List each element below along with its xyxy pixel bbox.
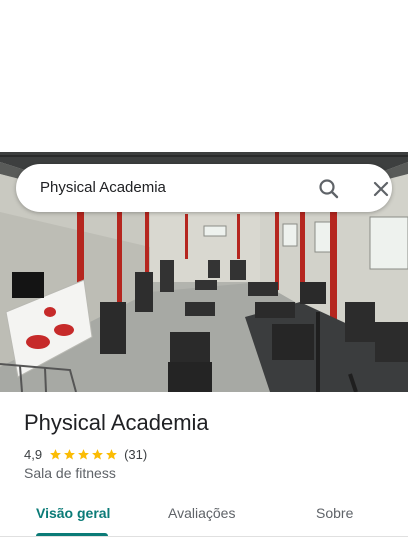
star-icon	[64, 448, 75, 459]
place-category[interactable]: Sala de fitness	[24, 465, 116, 481]
star-icon	[106, 448, 117, 459]
review-count[interactable]: (31)	[124, 447, 147, 462]
tab-reviews[interactable]: Avaliações	[168, 505, 235, 521]
star-icon	[92, 448, 103, 459]
rating-stars	[49, 448, 119, 461]
search-icon[interactable]	[316, 176, 342, 202]
search-bar[interactable]: Physical Academia	[16, 164, 392, 212]
star-icon	[78, 448, 89, 459]
tab-about[interactable]: Sobre	[316, 505, 353, 521]
star-icon	[50, 448, 61, 459]
rating-value: 4,9	[24, 446, 43, 462]
map-area	[0, 0, 408, 152]
tabs-divider	[0, 536, 408, 537]
tab-overview[interactable]: Visão geral	[36, 505, 110, 521]
close-icon[interactable]	[368, 176, 394, 202]
search-input[interactable]: Physical Academia	[40, 179, 166, 196]
rating-row[interactable]: 4,9 (31)	[24, 445, 147, 463]
place-title: Physical Academia	[24, 410, 209, 435]
